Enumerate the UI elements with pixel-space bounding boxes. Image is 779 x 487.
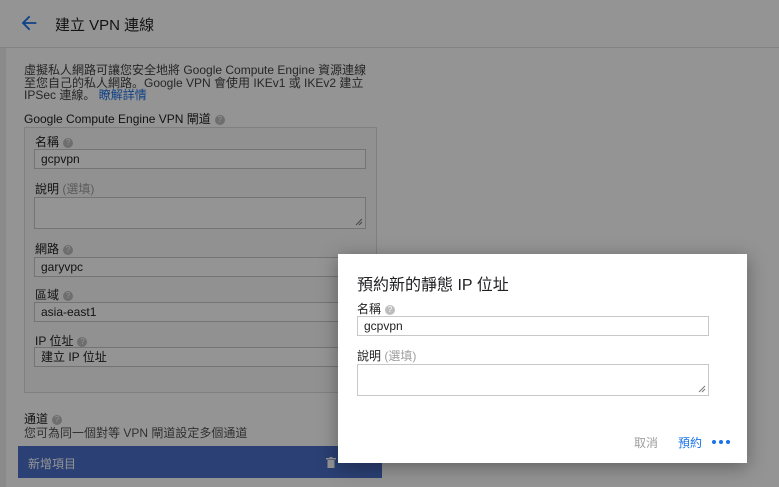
dialog-name-input[interactable]: gcpvpn xyxy=(357,316,709,336)
reserve-ip-dialog: 預約新的靜態 IP 位址 名稱? gcpvpn 說明 (選填) 取消 預約 xyxy=(338,254,747,463)
help-icon[interactable]: ? xyxy=(385,304,396,315)
resize-grip-icon[interactable] xyxy=(698,385,706,393)
dialog-title: 預約新的靜態 IP 位址 xyxy=(357,277,509,294)
reserve-button[interactable]: 預約 xyxy=(678,434,702,451)
cancel-button[interactable]: 取消 xyxy=(634,434,658,451)
dialog-desc-label-text: 說明 xyxy=(357,349,382,363)
loading-dots-icon xyxy=(712,440,730,444)
dialog-description-textarea[interactable] xyxy=(357,364,709,396)
dialog-name-label: 名稱? xyxy=(357,300,396,317)
dialog-name-label-text: 名稱 xyxy=(357,302,382,316)
dialog-description-label: 說明 (選填) xyxy=(357,347,416,364)
dialog-optional-text: (選填) xyxy=(384,349,417,363)
